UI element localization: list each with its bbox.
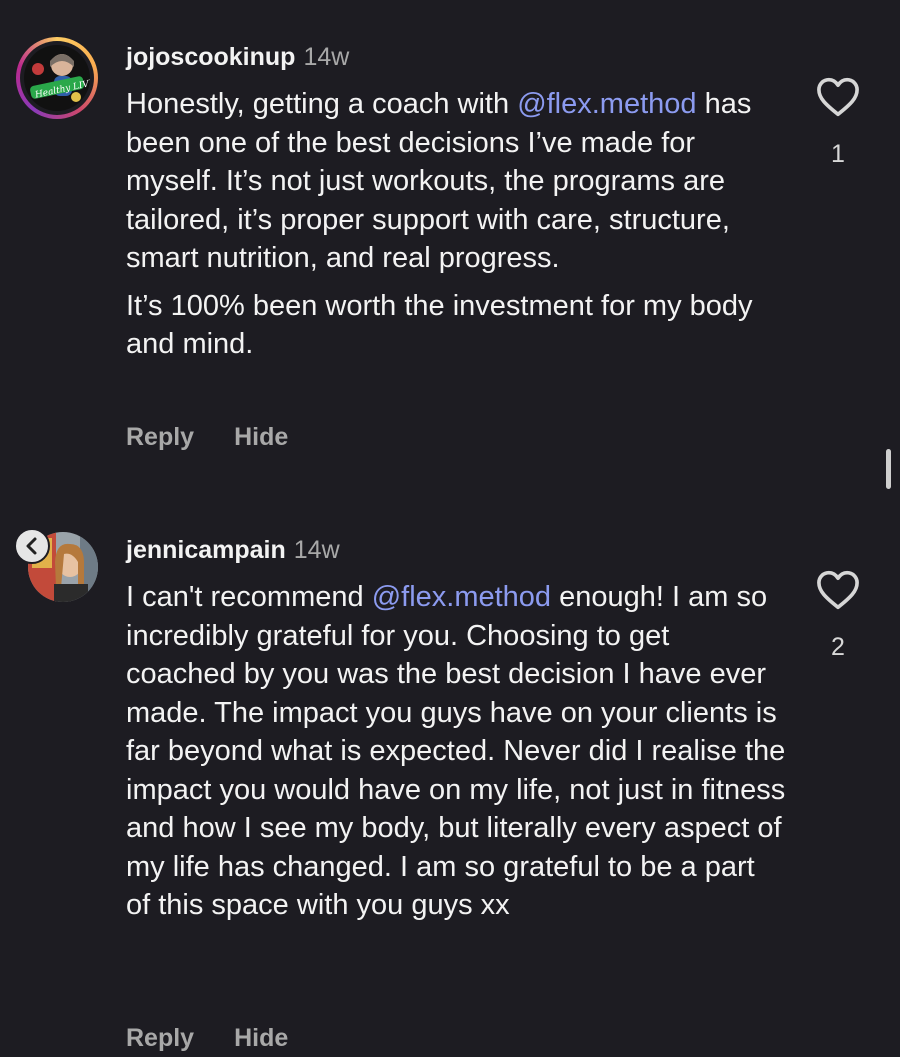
comment-text: enough! I am so incredibly grateful for … bbox=[126, 581, 786, 921]
comment-text: Honestly, getting a coach with bbox=[126, 88, 518, 120]
reply-button[interactable]: Reply bbox=[126, 1024, 194, 1052]
hide-button[interactable]: Hide bbox=[234, 423, 288, 451]
comment-2: jennicampain 14w I can't recommend @flex.… bbox=[0, 480, 900, 1057]
comment-paragraph: It’s 100% been worth the investment for … bbox=[126, 287, 786, 364]
comment-actions: Reply Hide bbox=[126, 1024, 288, 1053]
like-count: 1 bbox=[831, 140, 845, 168]
like-button[interactable] bbox=[816, 77, 860, 117]
comment-paragraph: Honestly, getting a coach with @flex.met… bbox=[126, 85, 786, 278]
like-button[interactable] bbox=[816, 570, 860, 610]
back-button[interactable] bbox=[14, 528, 50, 564]
comment-text: It’s 100% been worth the investment for … bbox=[126, 289, 753, 361]
comment-text: I can't recommend bbox=[126, 581, 372, 613]
comment-1: Healthy LIVING jojoscookinup 14w Honestly… bbox=[0, 0, 900, 480]
username[interactable]: jennicampain bbox=[126, 536, 286, 564]
reply-button[interactable]: Reply bbox=[126, 423, 194, 451]
hide-button[interactable]: Hide bbox=[234, 1024, 288, 1052]
mention-link[interactable]: @flex.method bbox=[517, 88, 696, 120]
avatar-story-ring[interactable]: Healthy LIVING bbox=[16, 37, 98, 119]
timestamp: 14w bbox=[293, 536, 340, 564]
heart-outline-icon bbox=[817, 77, 859, 117]
mention-link[interactable]: @flex.method bbox=[372, 581, 551, 613]
avatar-bitmoji-image: Healthy LIVING bbox=[24, 45, 90, 111]
username[interactable]: jojoscookinup bbox=[126, 43, 295, 71]
avatar: Healthy LIVING bbox=[24, 45, 90, 111]
comment-body: I can't recommend @flex.method enough! I… bbox=[126, 578, 786, 925]
comment-header: jojoscookinup 14w bbox=[126, 42, 349, 72]
heart-outline-icon bbox=[817, 570, 859, 610]
chevron-left-icon bbox=[26, 537, 37, 555]
comment-body: Honestly, getting a coach with @flex.met… bbox=[126, 85, 786, 364]
like-count: 2 bbox=[831, 633, 845, 661]
comment-actions: Reply Hide bbox=[126, 423, 288, 452]
comment-header: jennicampain 14w bbox=[126, 535, 340, 565]
timestamp: 14w bbox=[303, 43, 350, 71]
comment-paragraph: I can't recommend @flex.method enough! I… bbox=[126, 578, 786, 925]
